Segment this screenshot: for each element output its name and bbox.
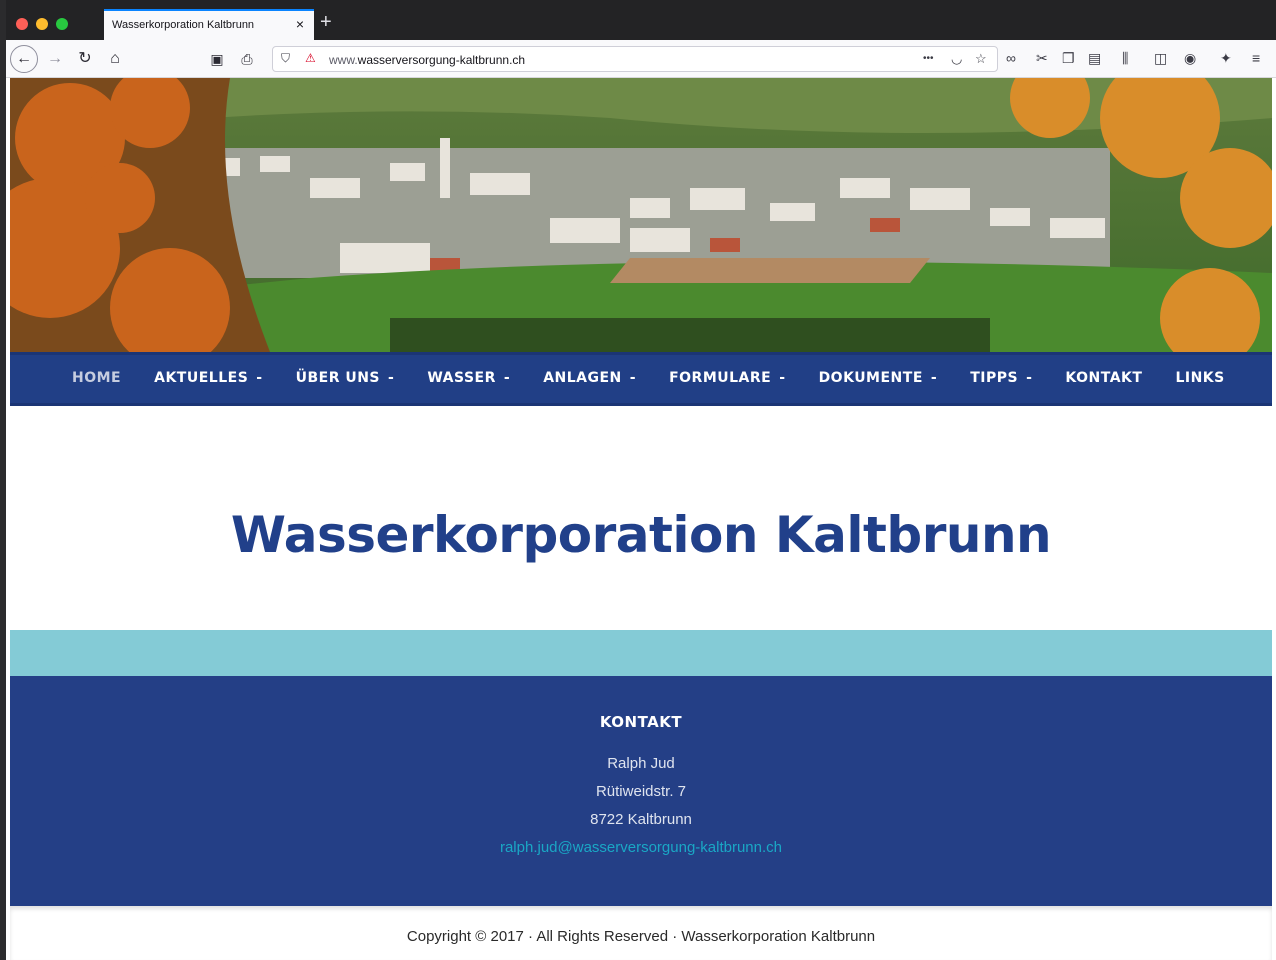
- nav-item-tipps[interactable]: TIPPS -: [970, 370, 1032, 386]
- print-icon[interactable]: ⎙: [234, 46, 260, 72]
- nav-item-label: DOKUMENTE: [818, 370, 923, 386]
- insecure-lock-icon[interactable]: ⚠: [305, 51, 316, 65]
- shield-icon[interactable]: ⛉: [281, 51, 290, 66]
- library-icon[interactable]: ⫼: [1122, 50, 1128, 67]
- nav-item-wasser[interactable]: WASSER -: [427, 370, 510, 386]
- nav-item-label: ANLAGEN: [543, 370, 622, 386]
- clipboard-icon[interactable]: ▤: [1088, 50, 1101, 67]
- contact-footer: KONTAKT Ralph Jud Rütiweidstr. 7 8722 Ka…: [10, 676, 1272, 906]
- bookmark-star-icon[interactable]: ☆: [975, 51, 987, 67]
- copyright-text: Copyright © 2017 · All Rights Reserved ·…: [10, 906, 1272, 960]
- dropdown-caret-icon: -: [503, 370, 511, 386]
- hero-village-image: [10, 78, 1272, 352]
- maximize-window-button[interactable]: [56, 18, 68, 30]
- nav-item-label: KONTAKT: [1065, 370, 1143, 386]
- menu-icon[interactable]: ≡: [1252, 50, 1260, 66]
- nav-item-kontakt[interactable]: KONTAKT: [1065, 370, 1142, 386]
- browser-tab-bar: Wasserkorporation Kaltbrunn × +: [0, 0, 1276, 40]
- close-window-button[interactable]: [16, 18, 28, 30]
- dropdown-caret-icon: -: [629, 370, 637, 386]
- nav-item-label: TIPPS: [970, 370, 1019, 386]
- contact-name: Ralph Jud: [607, 755, 675, 772]
- nav-item-label: FORMULARE: [669, 370, 772, 386]
- account-icon[interactable]: ◉: [1184, 50, 1196, 67]
- url-bar[interactable]: ⛉ ⚠ www.wasserversorgung-kaltbrunn.ch ••…: [272, 46, 998, 72]
- url-text[interactable]: www.wasserversorgung-kaltbrunn.ch: [329, 53, 525, 67]
- accent-band: [10, 630, 1272, 676]
- nav-item-formulare[interactable]: FORMULARE -: [669, 370, 785, 386]
- nav-item-aktuelles[interactable]: AKTUELLES -: [154, 370, 262, 386]
- home-button[interactable]: ⌂: [102, 46, 128, 72]
- reload-button[interactable]: ↻: [72, 46, 98, 72]
- nav-item-label: HOME: [72, 370, 122, 386]
- dropdown-caret-icon: -: [1026, 370, 1033, 386]
- scissors-icon[interactable]: ✂: [1036, 50, 1048, 67]
- tab-close-icon[interactable]: ×: [296, 16, 304, 32]
- gift-icon[interactable]: ✦: [1220, 50, 1232, 67]
- extension-icon[interactable]: ∞: [1006, 50, 1016, 66]
- nav-item-anlagen[interactable]: ANLAGEN -: [543, 370, 636, 386]
- screenshot-icon[interactable]: ▣: [204, 46, 230, 72]
- dropdown-caret-icon: -: [930, 370, 938, 386]
- nav-item-label: ÜBER UNS: [295, 370, 381, 386]
- nav-item-links[interactable]: LINKS: [1175, 370, 1224, 386]
- main-navigation: HOME AKTUELLES - ÜBER UNS - WASSER - ANLAGEN - FO…: [10, 352, 1272, 406]
- contact-street: Rütiweidstr. 7: [595, 783, 687, 800]
- pocket-icon[interactable]: ◡: [951, 51, 962, 67]
- window-frame: [0, 0, 6, 960]
- sidebar-icon[interactable]: ◫: [1154, 50, 1167, 67]
- page-title: Wasserkorporation Kaltbrunn: [230, 506, 1052, 564]
- copy-icon[interactable]: ❐: [1062, 50, 1075, 67]
- contact-city: 8722 Kaltbrunn: [590, 811, 692, 828]
- nav-list: HOME AKTUELLES - ÜBER UNS - WASSER - ANLAGEN - FO…: [72, 370, 1258, 386]
- nav-item-label: LINKS: [1175, 370, 1225, 386]
- nav-item-label: AKTUELLES: [154, 370, 249, 386]
- browser-tab[interactable]: Wasserkorporation Kaltbrunn ×: [104, 9, 314, 40]
- contact-heading: KONTAKT: [599, 713, 683, 731]
- nav-item-über-uns[interactable]: ÜBER UNS -: [296, 370, 395, 386]
- nav-item-label: WASSER: [427, 370, 496, 386]
- page-actions-icon[interactable]: •••: [923, 53, 934, 64]
- new-tab-button[interactable]: +: [320, 11, 332, 34]
- contact-email-link[interactable]: ralph.jud@wasserversorgung-kaltbrunn.ch: [500, 839, 782, 856]
- tab-title: Wasserkorporation Kaltbrunn: [112, 19, 255, 31]
- forward-button[interactable]: →: [42, 46, 68, 72]
- dropdown-caret-icon: -: [388, 370, 395, 386]
- dropdown-caret-icon: -: [256, 370, 263, 386]
- minimize-window-button[interactable]: [36, 18, 48, 30]
- dropdown-caret-icon: -: [779, 370, 786, 386]
- main-content: Wasserkorporation Kaltbrunn: [10, 406, 1272, 630]
- nav-item-dokumente[interactable]: DOKUMENTE -: [819, 370, 938, 386]
- browser-toolbar: ← → ↻ ⌂ ▣ ⎙ ⛉ ⚠ www.wasserversorgung-kal…: [6, 40, 1276, 78]
- nav-item-home[interactable]: HOME: [72, 370, 121, 386]
- back-button[interactable]: ←: [10, 45, 38, 73]
